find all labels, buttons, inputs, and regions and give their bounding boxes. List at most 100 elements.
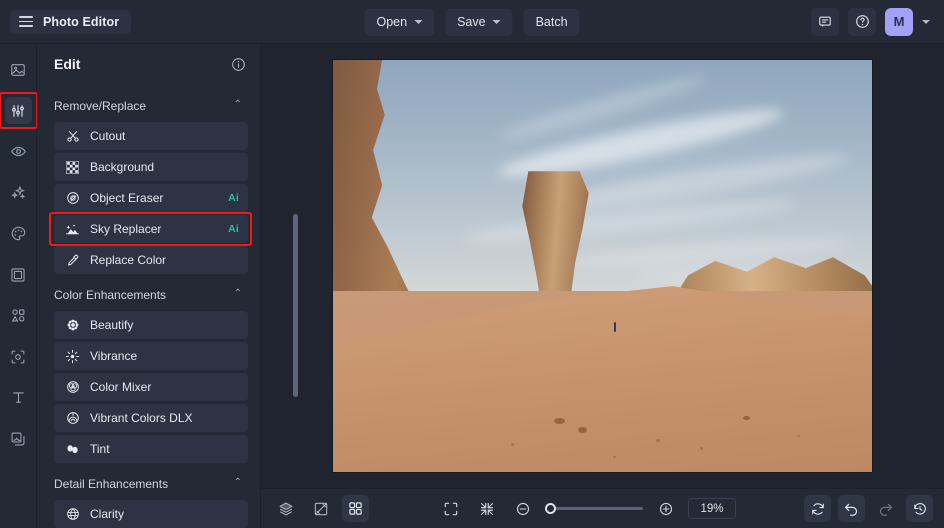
compare-icon bbox=[313, 501, 329, 517]
edit-panel-header: Edit bbox=[37, 44, 260, 84]
zoom-in-button[interactable] bbox=[652, 495, 679, 522]
sidebar-item-layers[interactable] bbox=[5, 425, 32, 452]
compare-button[interactable] bbox=[307, 495, 334, 522]
chat-bubble-icon bbox=[818, 15, 832, 29]
edit-panel-scroll-area[interactable]: Remove/Replace ⌃ Cutout bbox=[37, 84, 260, 528]
tool-item-beautify[interactable]: Beautify bbox=[54, 311, 248, 339]
layers-icon bbox=[278, 501, 294, 517]
open-button-label: Open bbox=[376, 15, 407, 29]
page-title: Edit bbox=[54, 56, 80, 72]
app-title: Photo Editor bbox=[43, 15, 119, 29]
tool-item-label: Replace Color bbox=[90, 253, 239, 267]
undo-button[interactable] bbox=[838, 495, 865, 522]
sidebar-item-shapes[interactable] bbox=[5, 302, 32, 329]
tool-item-object-eraser[interactable]: Object Eraser Ai bbox=[54, 184, 248, 212]
tool-item-label: Color Mixer bbox=[90, 380, 239, 394]
tool-item-label: Object Eraser bbox=[90, 191, 218, 205]
reset-rotate-button[interactable] bbox=[804, 495, 831, 522]
redo-button[interactable] bbox=[872, 495, 899, 522]
top-bar-actions: Open Save Batch bbox=[364, 0, 579, 44]
fit-to-screen-icon bbox=[443, 501, 459, 517]
chevron-down-icon[interactable] bbox=[922, 20, 930, 24]
avatar-initial: M bbox=[894, 14, 905, 29]
eyedropper-icon bbox=[65, 253, 80, 268]
app-menu-button[interactable]: Photo Editor bbox=[10, 10, 131, 34]
text-icon bbox=[10, 389, 27, 406]
group-header-color-enhancements[interactable]: Color Enhancements ⌃ bbox=[54, 283, 248, 307]
zoom-out-button[interactable] bbox=[509, 495, 536, 522]
tool-item-tint[interactable]: Tint bbox=[54, 435, 248, 463]
tool-item-label: Tint bbox=[90, 442, 239, 456]
avatar[interactable]: M bbox=[885, 8, 913, 36]
tool-item-replace-color[interactable]: Replace Color bbox=[54, 246, 248, 274]
photo-canvas[interactable] bbox=[333, 60, 872, 472]
tool-item-label: Vibrant Colors DLX bbox=[90, 411, 239, 425]
hamburger-icon bbox=[19, 16, 33, 27]
save-button-label: Save bbox=[457, 15, 486, 29]
panel-scrollbar-thumb[interactable] bbox=[293, 214, 298, 397]
question-circle-icon bbox=[855, 14, 870, 29]
group-header-remove-replace[interactable]: Remove/Replace ⌃ bbox=[54, 94, 248, 118]
batch-button[interactable]: Batch bbox=[524, 9, 580, 36]
zoom-slider[interactable] bbox=[545, 502, 643, 516]
sidebar-item-photos[interactable] bbox=[5, 56, 32, 83]
group-items-remove-replace: Cutout bbox=[54, 122, 248, 274]
fit-to-screen-button[interactable] bbox=[437, 495, 464, 522]
sidebar-item-frames[interactable] bbox=[5, 261, 32, 288]
sidebar-item-adjust[interactable] bbox=[5, 97, 32, 124]
zoom-slider-knob[interactable] bbox=[545, 503, 556, 514]
top-bar-right: M bbox=[811, 8, 934, 36]
shapes-icon bbox=[10, 307, 27, 324]
zoom-value-input[interactable]: 19% bbox=[688, 498, 736, 519]
clarity-globe-icon bbox=[65, 507, 80, 522]
tool-item-sky-replacer[interactable]: Sky Replacer Ai bbox=[54, 215, 248, 243]
tool-item-vibrant-colors-dlx[interactable]: Vibrant Colors DLX bbox=[54, 404, 248, 432]
shrink-button[interactable] bbox=[473, 495, 500, 522]
grid-view-button[interactable] bbox=[342, 495, 369, 522]
chevron-up-icon: ⌃ bbox=[234, 100, 242, 110]
tool-item-label: Beautify bbox=[90, 318, 239, 332]
sidebar-item-color[interactable] bbox=[5, 220, 32, 247]
tool-item-clarity[interactable]: Clarity bbox=[54, 500, 248, 528]
chevron-up-icon: ⌃ bbox=[234, 289, 242, 299]
beautify-icon bbox=[65, 318, 80, 333]
scissors-icon bbox=[65, 129, 80, 144]
palette-icon bbox=[10, 225, 27, 242]
tool-item-vibrance[interactable]: Vibrance bbox=[54, 342, 248, 370]
open-button[interactable]: Open bbox=[364, 9, 434, 36]
feedback-button[interactable] bbox=[811, 8, 839, 36]
zoom-in-icon bbox=[658, 501, 674, 517]
canvas-area: 19% bbox=[261, 44, 944, 528]
chevron-up-icon: ⌃ bbox=[234, 478, 242, 488]
info-circle-icon[interactable] bbox=[231, 57, 246, 72]
tool-rail bbox=[0, 44, 37, 528]
tool-item-cutout[interactable]: Cutout bbox=[54, 122, 248, 150]
sidebar-item-retouch[interactable] bbox=[5, 138, 32, 165]
help-button[interactable] bbox=[848, 8, 876, 36]
frame-icon bbox=[10, 267, 26, 283]
layers-button[interactable] bbox=[272, 495, 299, 522]
tool-item-background[interactable]: Background bbox=[54, 153, 248, 181]
focus-icon bbox=[10, 349, 26, 365]
tool-item-label: Vibrance bbox=[90, 349, 239, 363]
layers-copy-icon bbox=[10, 431, 26, 447]
grid-view-icon bbox=[348, 501, 363, 516]
group-label: Remove/Replace bbox=[54, 99, 146, 113]
history-button[interactable] bbox=[906, 495, 933, 522]
sidebar-item-focus[interactable] bbox=[5, 343, 32, 370]
tint-icon bbox=[65, 442, 80, 457]
history-controls bbox=[804, 495, 933, 522]
tool-item-color-mixer[interactable]: Color Mixer bbox=[54, 373, 248, 401]
group-header-detail-enhancements[interactable]: Detail Enhancements ⌃ bbox=[54, 472, 248, 496]
sidebar-item-text[interactable] bbox=[5, 384, 32, 411]
group-label: Color Enhancements bbox=[54, 288, 166, 302]
save-button[interactable]: Save bbox=[445, 9, 513, 36]
history-icon bbox=[912, 501, 928, 517]
sidebar-item-effects[interactable] bbox=[5, 179, 32, 206]
chevron-down-icon bbox=[493, 20, 501, 24]
zoom-controls: 19% bbox=[437, 495, 736, 522]
zoom-out-icon bbox=[515, 501, 531, 517]
canvas-viewport[interactable] bbox=[261, 44, 944, 488]
shrink-icon bbox=[479, 501, 495, 517]
sparkles-icon bbox=[10, 184, 27, 201]
